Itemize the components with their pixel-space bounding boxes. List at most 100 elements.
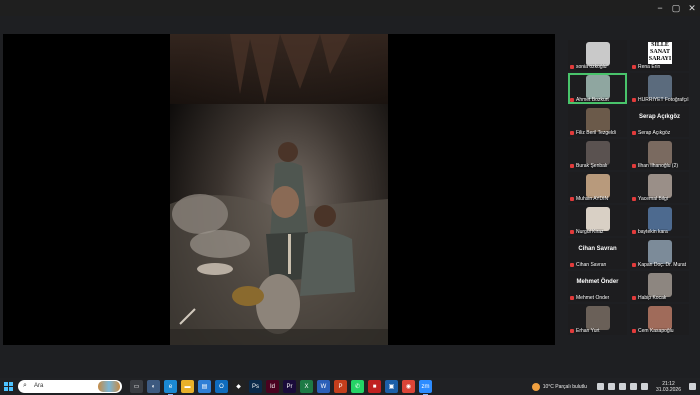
- search-box[interactable]: ⌕ Ara: [18, 380, 122, 393]
- participant-tile[interactable]: Burak Şenbalı: [568, 139, 627, 170]
- volume-icon[interactable]: [629, 383, 637, 390]
- file-explorer-icon[interactable]: ▬: [181, 380, 194, 393]
- participant-logo: SILLE SANAT SARAYI: [648, 42, 672, 64]
- mic-muted-icon: [570, 296, 574, 300]
- participant-video: [585, 174, 610, 198]
- participant-video: [647, 174, 672, 198]
- participant-video: [647, 75, 672, 99]
- participant-tile[interactable]: HURRIYET Fotoğrafçılık N: [630, 73, 689, 104]
- participant-video: [585, 207, 610, 231]
- participant-name: Serap Açıkgöz: [638, 130, 671, 136]
- participant-tile[interactable]: sonia ozkoğlu: [568, 40, 627, 71]
- edge-icon[interactable]: e: [164, 380, 177, 395]
- search-highlight-image: [98, 381, 120, 392]
- participant-name: Cem Kasapoğlu: [638, 328, 674, 334]
- app-red-icon[interactable]: ■: [368, 380, 381, 393]
- participant-name: Burak Şenbalı: [576, 163, 608, 169]
- word-icon[interactable]: W: [317, 380, 330, 393]
- notifications-icon[interactable]: [689, 383, 696, 390]
- search-placeholder: Ara: [34, 383, 44, 389]
- participant-name: Ahmet Bozkurt: [576, 97, 609, 103]
- logo-line: SILLE: [651, 42, 669, 48]
- mic-muted-icon: [632, 263, 636, 267]
- weather-desc: Parçalı bulutlu: [555, 383, 587, 390]
- clock-date: 31.03.2026: [655, 386, 681, 393]
- participant-tile[interactable]: İlhan İlhanoğlu (2): [630, 139, 689, 170]
- participant-name: Habip Kocak: [638, 295, 667, 301]
- participant-tile[interactable]: Habip Kocak: [630, 271, 689, 302]
- indesign-icon[interactable]: Id: [266, 380, 279, 393]
- participant-display-name: Mehmet Önder: [576, 279, 619, 285]
- outlook-icon[interactable]: O: [215, 380, 228, 393]
- participant-name: Cihan Savran: [576, 262, 607, 268]
- mic-muted-icon: [632, 164, 636, 168]
- participant-name: Erhan Yurt: [576, 328, 600, 334]
- clock[interactable]: 21:12 31.03.2026: [656, 381, 681, 393]
- participant-tile[interactable]: Filiz Beril Tezgeldi: [568, 106, 627, 137]
- photoshop-icon[interactable]: Ps: [249, 380, 262, 393]
- participant-name: İlhan İlhanoğlu (2): [638, 163, 679, 169]
- zoom-icon[interactable]: zm: [419, 380, 432, 395]
- participant-video: [585, 306, 610, 330]
- participant-tile[interactable]: Erhan Yurt: [568, 304, 627, 335]
- mic-muted-icon: [570, 98, 574, 102]
- mic-muted-icon: [570, 131, 574, 135]
- mic-muted-icon: [570, 197, 574, 201]
- mic-muted-icon: [570, 164, 574, 168]
- mic-muted-icon: [632, 131, 636, 135]
- participant-tile[interactable]: Ahmet Bozkurt: [568, 73, 627, 104]
- participant-tile[interactable]: Muhsin AYDIN: [568, 172, 627, 203]
- participant-gallery: sonia ozkoğlu SILLE SANAT SARAYI Rena Erin Ah…: [568, 40, 693, 340]
- mic-muted-icon: [632, 197, 636, 201]
- store-icon[interactable]: ▤: [198, 380, 211, 393]
- app-blue-icon[interactable]: ▣: [385, 380, 398, 393]
- taskbar: ⌕ Ara ▭ ◐ e ▬ ▤ O ◆ Ps Id Pr X W P ✆ ■ ▣ ◉ zm 10°C Parçal…: [0, 378, 700, 395]
- chevron-up-icon[interactable]: [596, 383, 604, 390]
- widgets-icon[interactable]: ◐: [147, 380, 160, 393]
- windows-icon[interactable]: [0, 379, 16, 395]
- mic-muted-icon: [632, 230, 636, 234]
- close-icon[interactable]: ✕: [684, 1, 700, 15]
- participant-tile[interactable]: Kapan Doç. Dr. Murat: [630, 238, 689, 269]
- weather-temp: 10°C: [542, 383, 554, 390]
- participant-video: [585, 141, 610, 165]
- participant-tile[interactable]: SILLE SANAT SARAYI Rena Erin: [630, 40, 689, 71]
- battery-icon[interactable]: [640, 383, 648, 390]
- participant-video: [585, 42, 610, 66]
- capcut-icon[interactable]: ◆: [232, 380, 245, 393]
- restore-icon[interactable]: ▢: [668, 1, 684, 15]
- chrome-icon[interactable]: ◉: [402, 380, 415, 393]
- participant-tile[interactable]: Nurgül Kiraz: [568, 205, 627, 236]
- participant-tile[interactable]: Yacemal Bilgi: [630, 172, 689, 203]
- mic-muted-icon: [570, 230, 574, 234]
- minimize-icon[interactable]: −: [652, 1, 668, 15]
- weather-widget[interactable]: 10°C Parçalı bulutlu: [531, 382, 587, 391]
- participant-name: Yacemal Bilgi: [638, 196, 668, 202]
- participant-video: [647, 273, 672, 297]
- whatsapp-icon[interactable]: ✆: [351, 380, 364, 393]
- photo-image: [170, 34, 388, 345]
- mic-muted-icon: [632, 65, 636, 69]
- participant-tile[interactable]: Cihan Savran Cihan Savran: [568, 238, 627, 269]
- participant-tile[interactable]: Serap Açıkgöz Serap Açıkgöz: [630, 106, 689, 137]
- participant-name: Mehmet Önder: [576, 295, 610, 301]
- powerpoint-icon[interactable]: P: [334, 380, 347, 393]
- premiere-icon[interactable]: Pr: [283, 380, 296, 393]
- participant-name: Muhsin AYDIN: [576, 196, 609, 202]
- mic-muted-icon: [570, 329, 574, 333]
- participant-video: [647, 141, 672, 165]
- participant-tile[interactable]: Mehmet Önder Mehmet Önder: [568, 271, 627, 302]
- mic-muted-icon: [570, 263, 574, 267]
- wifi-icon[interactable]: [618, 383, 626, 390]
- participant-video: [585, 108, 610, 132]
- excel-icon[interactable]: X: [300, 380, 313, 393]
- taskview-icon[interactable]: ▭: [130, 380, 143, 393]
- participant-tile[interactable]: baytekin kara: [630, 205, 689, 236]
- participant-video: [585, 75, 610, 99]
- participant-tile[interactable]: Cem Kasapoğlu: [630, 304, 689, 335]
- participant-name: sonia ozkoğlu: [576, 64, 607, 70]
- network-icon[interactable]: [607, 383, 615, 390]
- participant-name: Nurgül Kiraz: [576, 229, 604, 235]
- mic-muted-icon: [570, 65, 574, 69]
- participant-video: [647, 207, 672, 231]
